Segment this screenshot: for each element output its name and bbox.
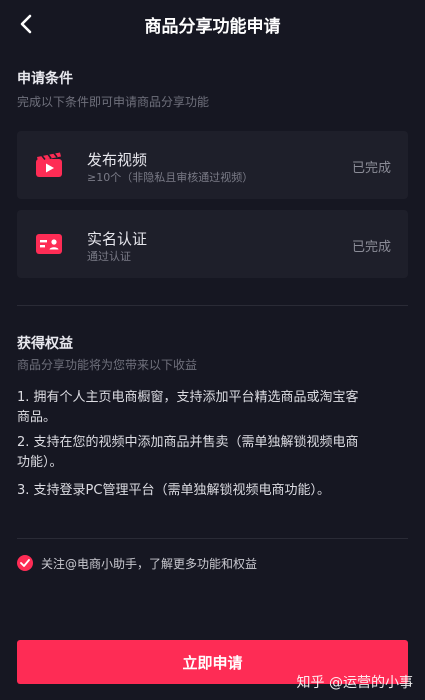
condition-subtitle: 通过认证 — [87, 250, 131, 263]
checkbox-checked-icon[interactable] — [17, 555, 33, 571]
divider — [17, 305, 408, 306]
condition-status: 已完成 — [351, 161, 391, 176]
conditions-title: 申请条件 — [17, 71, 73, 87]
divider — [17, 538, 408, 539]
condition-card-realname[interactable]: 实名认证 通过认证 已完成 — [17, 210, 408, 278]
benefits-subtitle: 商品分享功能将为您带来以下收益 — [17, 358, 198, 372]
condition-card-video[interactable]: 发布视频 ≥10个（非隐私且审核通过视频） 已完成 — [17, 131, 408, 199]
watermark: 知乎 @运营的小事 — [296, 675, 413, 691]
condition-title: 实名认证 — [87, 230, 148, 248]
condition-status: 已完成 — [351, 240, 391, 255]
benefit-line: 商品。 — [17, 410, 57, 425]
benefit-line: 功能）。 — [17, 455, 63, 470]
condition-subtitle: ≥10个（非隐私且审核通过视频） — [87, 171, 254, 184]
benefits-title: 获得权益 — [17, 336, 73, 352]
header: 商品分享功能申请 — [0, 0, 425, 48]
page-title: 商品分享功能申请 — [144, 17, 281, 37]
id-card-icon — [35, 231, 63, 257]
conditions-subtitle: 完成以下条件即可申请商品分享功能 — [17, 95, 210, 109]
follow-assistant-checkbox-row[interactable]: 关注@电商小助手，了解更多功能和权益 — [17, 553, 257, 573]
benefit-line: 1. 拥有个人主页电商橱窗，支持添加平台精选商品或淘宝客 — [17, 390, 359, 405]
benefit-line: 2. 支持在您的视频中添加商品并售卖（需单独解锁视频电商 — [17, 435, 359, 450]
condition-title: 发布视频 — [87, 151, 148, 169]
benefit-item: 1. 拥有个人主页电商橱窗，支持添加平台精选商品或淘宝客 商品。 — [17, 388, 402, 428]
follow-assistant-label: 关注@电商小助手，了解更多功能和权益 — [41, 556, 258, 571]
benefit-line: 3. 支持登录PC管理平台（需单独解锁视频电商功能）。 — [17, 483, 330, 498]
benefit-item: 3. 支持登录PC管理平台（需单独解锁视频电商功能）。 — [17, 481, 402, 501]
video-clapper-icon — [35, 152, 63, 178]
benefit-item: 2. 支持在您的视频中添加商品并售卖（需单独解锁视频电商 功能）。 — [17, 433, 402, 473]
